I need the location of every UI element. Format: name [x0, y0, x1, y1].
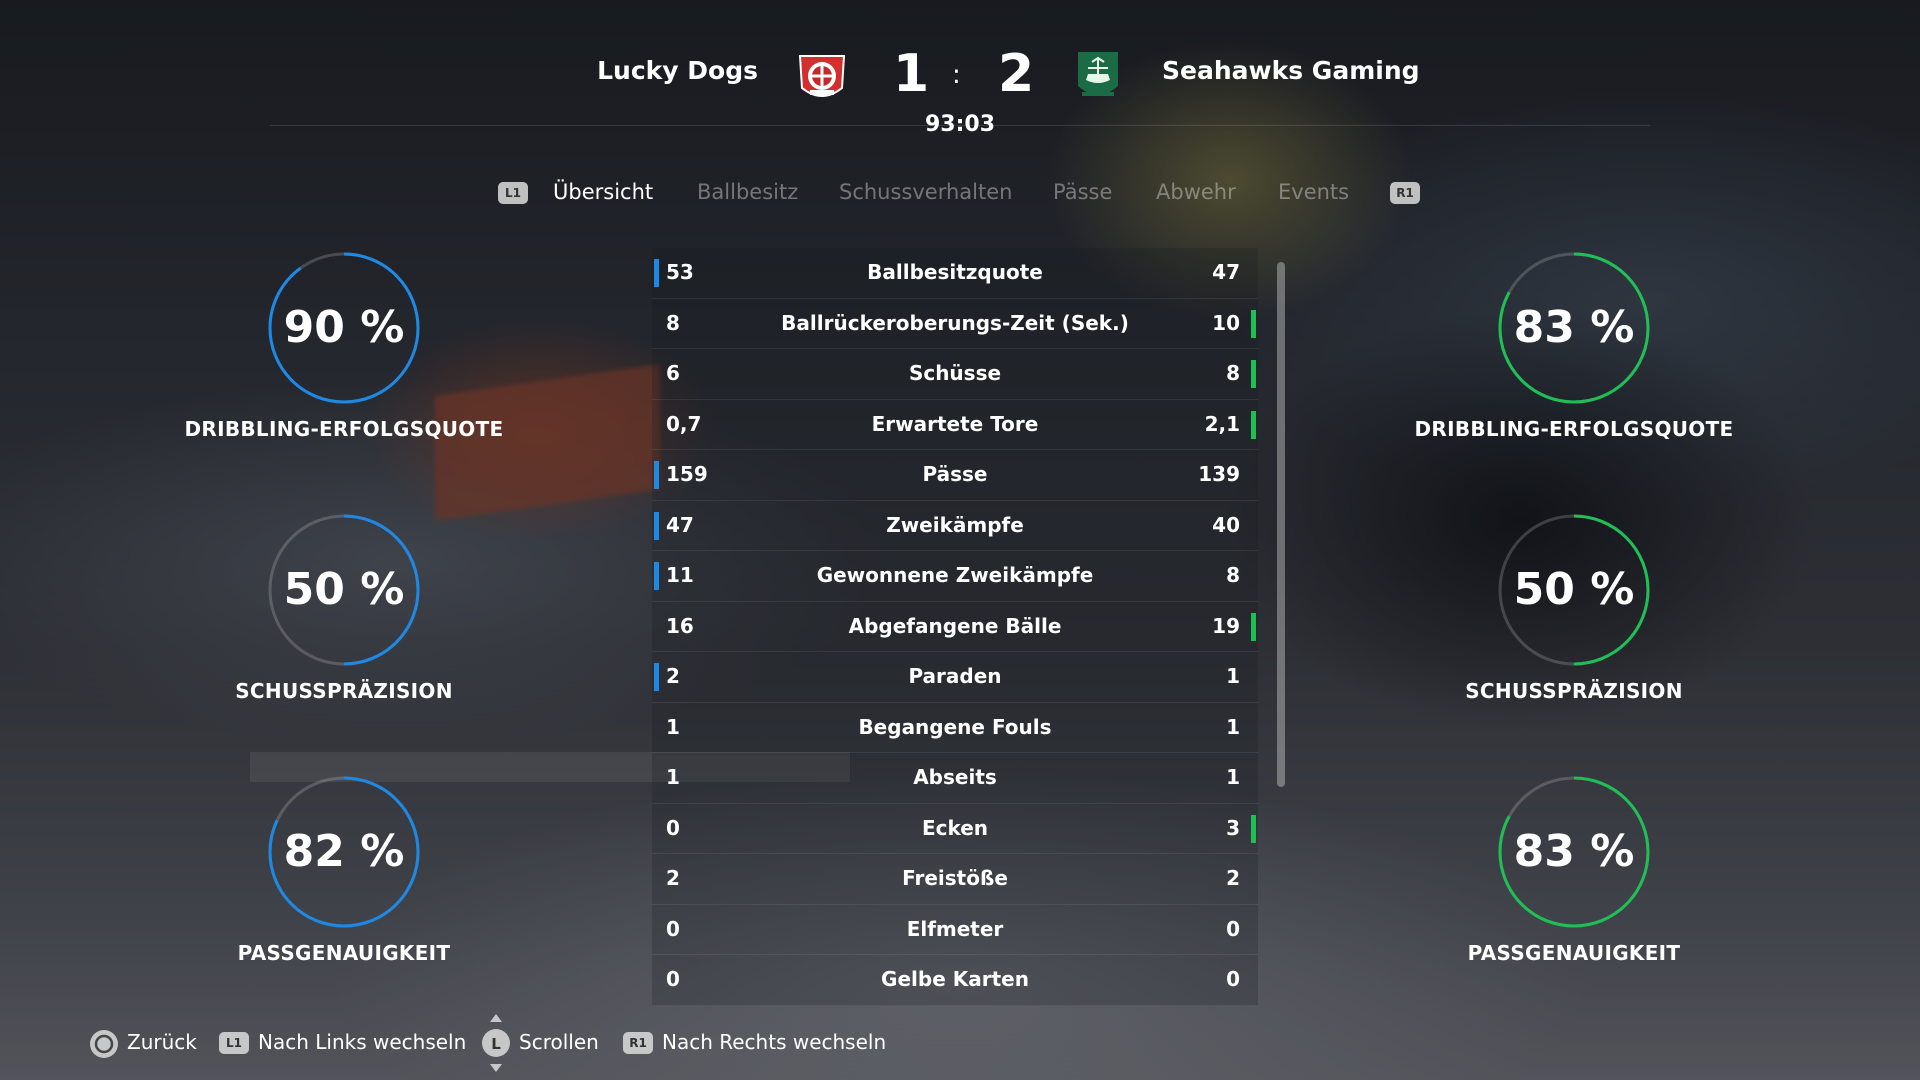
stat-name: Elfmeter — [906, 916, 1004, 941]
home-dribbling-label: DRIBBLING-ERFOLGSQUOTE — [184, 417, 504, 441]
stat-name: Abgefangene Bälle — [848, 613, 1062, 638]
away-stat-value: 8 — [1226, 361, 1240, 385]
away-stat-value: 1 — [1226, 664, 1240, 688]
stat-row-begangene-fouls: 1 Begangene Fouls 1 — [652, 702, 1258, 753]
stats-scrollbar[interactable] — [1277, 262, 1285, 787]
stat-name: Abseits — [913, 765, 997, 789]
home-score: 1 — [893, 44, 930, 104]
away-team-crest-icon — [1068, 46, 1128, 106]
stat-name: Begangene Fouls — [858, 714, 1052, 739]
away-lead-marker — [1251, 612, 1256, 641]
score-separator: : — [952, 60, 961, 90]
stat-name: Freistöße — [902, 866, 1008, 890]
away-stat-value: 47 — [1212, 260, 1240, 284]
home-pass-accuracy-gauge: 82 % — [264, 772, 424, 932]
home-team-crest-icon — [792, 46, 852, 106]
stats-table[interactable]: 53 Ballbesitzquote 47 8 Ballrückeroberun… — [652, 248, 1258, 1006]
stat-row-ecken: 0 Ecken 3 — [652, 803, 1258, 854]
stat-name: Ballbesitzquote — [867, 260, 1043, 284]
away-lead-marker — [1251, 410, 1256, 439]
home-shot-accuracy-label: SCHUSSPRÄZISION — [235, 679, 453, 703]
away-lead-marker — [1251, 309, 1256, 338]
away-stat-value: 2,1 — [1204, 411, 1240, 436]
tab-ballbesitz[interactable]: Ballbesitz — [697, 180, 798, 204]
tab-uebersicht[interactable]: Übersicht — [553, 180, 653, 204]
stat-row-elfmeter: 0 Elfmeter 0 — [652, 904, 1258, 955]
stat-name: Erwartete Tore — [871, 411, 1039, 436]
stat-name: Zweikämpfe — [886, 512, 1024, 537]
away-score: 2 — [998, 44, 1035, 104]
home-pass-accuracy-label: PASSGENAUIGKEIT — [237, 941, 451, 965]
circle-button-icon[interactable] — [88, 1028, 120, 1065]
l1-hint-icon: L1 — [219, 1032, 249, 1054]
home-dribbling-gauge: 90 % — [264, 248, 424, 408]
stat-row-erwartete-tore: 0,7 Erwartete Tore 2,1 — [652, 399, 1258, 450]
away-stat-value: 0 — [1226, 916, 1240, 941]
away-dribbling-value: 83 % — [1513, 302, 1635, 353]
away-stat-value: 3 — [1226, 815, 1240, 840]
home-shot-accuracy-value: 50 % — [283, 564, 405, 615]
away-dribbling-label: DRIBBLING-ERFOLGSQUOTE — [1414, 417, 1734, 441]
away-pass-accuracy-value: 83 % — [1513, 826, 1635, 877]
away-stat-value: 1 — [1226, 765, 1240, 789]
away-pass-accuracy-label: PASSGENAUIGKEIT — [1467, 941, 1681, 965]
stat-row-paraden: 2 Paraden 1 — [652, 652, 1258, 703]
stat-row-zweikaempfe: 47 Zweikämpfe 40 — [652, 500, 1258, 551]
tab-schussverhalten[interactable]: Schussverhalten — [839, 180, 1012, 204]
r1-hint-icon: R1 — [623, 1032, 653, 1054]
stat-name: Gewonnene Zweikämpfe — [816, 563, 1094, 587]
stat-name: Schüsse — [908, 361, 1002, 385]
away-stat-value: 139 — [1198, 462, 1240, 486]
stat-row-ballrueckeroberung: 8 Ballrückeroberungs-Zeit (Sek.) 10 — [652, 298, 1258, 349]
back-hint[interactable]: Zurück — [127, 1030, 197, 1054]
stat-name: Paraden — [908, 664, 1002, 688]
stat-row-paesse: 159 Pässe 139 — [652, 450, 1258, 501]
tab-paesse[interactable]: Pässe — [1053, 180, 1112, 204]
stat-row-freistoesse: 2 Freistöße 2 — [652, 854, 1258, 905]
away-shot-accuracy-gauge: 50 % — [1494, 510, 1654, 670]
l1-button-icon[interactable]: L1 — [498, 182, 528, 204]
away-lead-marker — [1251, 814, 1256, 843]
home-dribbling-value: 90 % — [283, 302, 405, 353]
away-stat-value: 8 — [1226, 563, 1240, 587]
stats-tab-bar: L1 Übersicht Ballbesitz Schussverhalten … — [0, 180, 1920, 210]
away-stat-value: 2 — [1226, 866, 1240, 890]
away-stat-value: 1 — [1226, 714, 1240, 739]
stat-row-ballbesitzquote: 53 Ballbesitzquote 47 — [652, 248, 1258, 299]
away-stat-value: 10 — [1212, 310, 1240, 335]
away-shot-accuracy-value: 50 % — [1513, 564, 1635, 615]
away-team-name: Seahawks Gaming — [1162, 56, 1420, 85]
stat-name: Ecken — [921, 815, 989, 840]
left-stick-badge: L — [491, 1035, 501, 1053]
home-shot-accuracy-gauge: 50 % — [264, 510, 424, 670]
away-stat-value: 19 — [1212, 613, 1240, 638]
away-dribbling-gauge: 83 % — [1494, 248, 1654, 408]
stat-name: Gelbe Karten — [881, 967, 1029, 991]
away-pass-accuracy-gauge: 83 % — [1494, 772, 1654, 932]
stat-row-gelbe-karten: 0 Gelbe Karten 0 — [652, 955, 1258, 1006]
away-stat-value: 40 — [1212, 512, 1240, 537]
away-stat-value: 0 — [1226, 967, 1240, 991]
stat-row-abseits: 1 Abseits 1 — [652, 753, 1258, 804]
stat-row-gewonnene-zweikaempfe: 11 Gewonnene Zweikämpfe 8 — [652, 551, 1258, 602]
away-lead-marker — [1251, 360, 1256, 388]
stat-name: Pässe — [922, 462, 988, 486]
tab-events[interactable]: Events — [1278, 180, 1349, 204]
header-divider — [270, 125, 1650, 126]
stat-row-abgefangene-baelle: 16 Abgefangene Bälle 19 — [652, 601, 1258, 652]
stat-row-schuesse: 6 Schüsse 8 — [652, 349, 1258, 400]
scroll-hint[interactable]: Scrollen — [519, 1030, 599, 1054]
button-hint-bar: Zurück L1 Nach Links wechseln L Scrollen… — [0, 1014, 1920, 1072]
tab-abwehr[interactable]: Abwehr — [1156, 180, 1236, 204]
home-pass-accuracy-value: 82 % — [283, 826, 405, 877]
switch-right-hint[interactable]: Nach Rechts wechseln — [662, 1030, 886, 1054]
scoreboard-header: Lucky Dogs 1 : 2 Seahawks Gaming 93:03 — [0, 40, 1920, 137]
away-shot-accuracy-label: SCHUSSPRÄZISION — [1465, 679, 1683, 703]
switch-left-hint[interactable]: Nach Links wechseln — [258, 1030, 466, 1054]
home-team-name: Lucky Dogs — [597, 56, 758, 85]
stat-name: Ballrückeroberungs-Zeit (Sek.) — [781, 310, 1129, 335]
r1-button-icon[interactable]: R1 — [1390, 182, 1420, 204]
left-stick-icon: L — [479, 1012, 513, 1079]
